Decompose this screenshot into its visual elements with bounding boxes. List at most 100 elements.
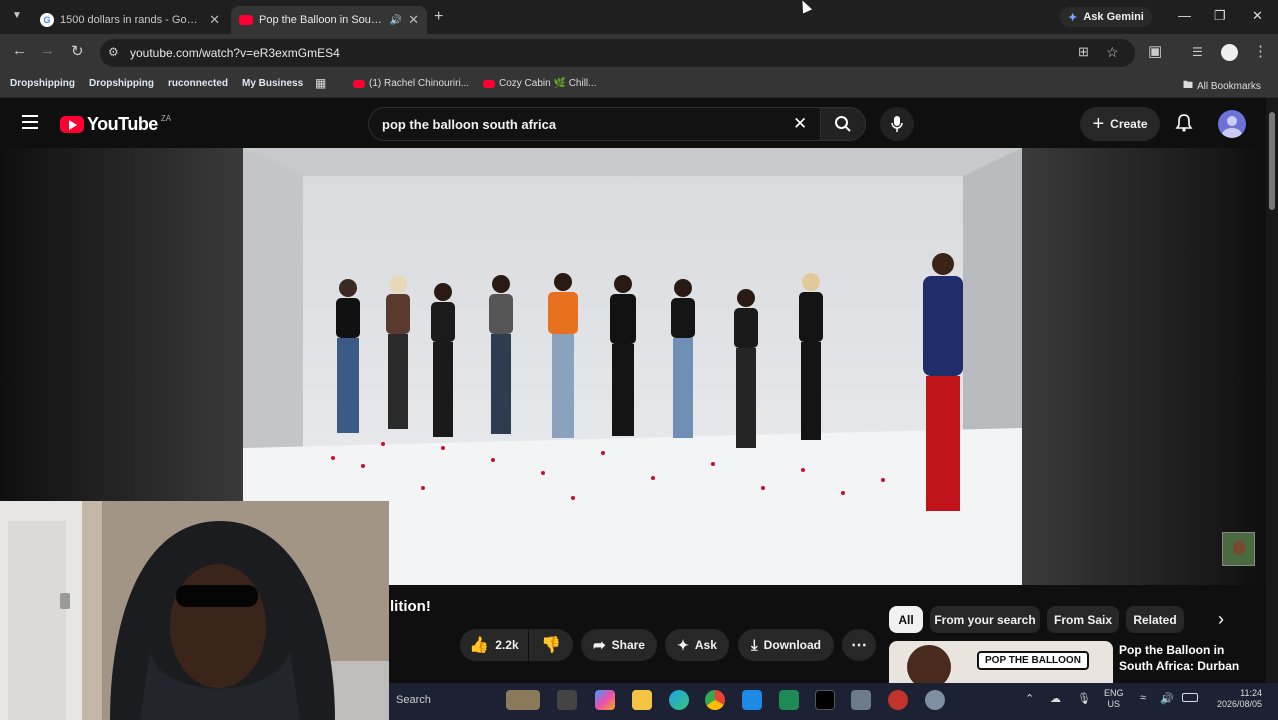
download-icon: ⤓ — [751, 636, 758, 654]
youtube-logo[interactable]: YouTube ZA — [60, 114, 171, 135]
profile-avatar[interactable] — [1221, 44, 1238, 61]
chip-from-your-search[interactable]: From your search — [930, 606, 1040, 633]
all-bookmarks-label: All Bookmarks — [1197, 81, 1261, 92]
chevron-right-icon[interactable]: › — [1218, 609, 1224, 630]
bookmark-item[interactable]: Dropshipping — [10, 78, 75, 89]
excel-icon[interactable] — [779, 690, 799, 710]
chip-from-saix[interactable]: From Saix — [1047, 606, 1119, 633]
more-actions-button[interactable]: ⋯ — [842, 629, 876, 661]
close-tab-icon[interactable]: ✕ — [209, 12, 220, 28]
thumb-text: POP THE BALLOON — [977, 651, 1089, 670]
x-app-icon[interactable] — [815, 690, 835, 710]
tab-search-button[interactable]: ▼ — [9, 8, 25, 24]
bookmark-item[interactable]: Cozy Cabin 🌿 Chill... — [483, 78, 596, 89]
youtube-search-box[interactable]: pop the balloon south africa ✕ — [368, 107, 820, 141]
share-icon: ➦ — [593, 637, 606, 654]
bookmark-star-icon[interactable]: ☆ — [1106, 44, 1119, 61]
extensions-icon[interactable]: ▣ — [1148, 42, 1162, 60]
chip-all[interactable]: All — [889, 606, 923, 633]
clear-search-icon[interactable]: ✕ — [793, 114, 807, 134]
volume-icon[interactable]: 🔊 — [1160, 692, 1174, 705]
ask-gemini-button[interactable]: ✦ Ask Gemini — [1060, 7, 1152, 27]
bookmarks-bar: Dropshipping Dropshipping ruconnected My… — [0, 72, 1278, 98]
menu-kebab-icon[interactable]: ⋮ — [1253, 42, 1268, 60]
window-close-icon[interactable]: ✕ — [1252, 8, 1263, 24]
account-avatar[interactable] — [1218, 110, 1246, 138]
ask-gemini-label: Ask Gemini — [1083, 11, 1144, 23]
tray-mic-icon[interactable]: 🎙 — [1077, 692, 1091, 705]
tray-chevron-icon[interactable]: ⌃ — [1025, 692, 1034, 705]
youtube-play-icon — [60, 116, 84, 133]
share-button[interactable]: ➦ Share — [581, 629, 657, 661]
create-button[interactable]: + Create — [1080, 107, 1160, 141]
copilot-icon[interactable] — [595, 690, 615, 710]
battery-icon[interactable] — [1182, 693, 1198, 702]
language-indicator[interactable]: ENG US — [1104, 688, 1124, 710]
more-horizontal-icon: ⋯ — [851, 637, 867, 654]
region-code: ZA — [160, 114, 172, 123]
widgets-icon[interactable] — [506, 690, 540, 710]
new-tab-button[interactable]: + — [434, 8, 443, 26]
apps-grid-icon[interactable]: ▦ — [315, 76, 326, 90]
tab-title: 1500 dollars in rands - Google — [60, 14, 204, 26]
create-label: Create — [1110, 117, 1148, 131]
media-icon[interactable]: ☰ — [1192, 45, 1203, 59]
google-icon: G — [40, 13, 54, 27]
url-text: youtube.com/watch?v=eR3exmGmES4 — [130, 46, 340, 60]
taskbar-search[interactable]: Search — [396, 694, 431, 706]
browser-tab-google[interactable]: G 1500 dollars in rands - Google ✕ — [32, 6, 228, 34]
install-icon[interactable]: ⊞ — [1078, 44, 1089, 60]
task-view-icon[interactable] — [557, 690, 577, 710]
suggested-video-title[interactable]: Pop the Balloon in South Africa: Durban — [1119, 642, 1259, 682]
camera-icon[interactable] — [851, 690, 871, 710]
hamburger-menu-icon[interactable] — [22, 115, 38, 129]
microphone-icon — [891, 116, 903, 132]
ask-label: Ask — [694, 638, 717, 652]
close-tab-icon[interactable]: ✕ — [408, 12, 419, 28]
notifications-bell-icon[interactable] — [1174, 113, 1194, 138]
all-bookmarks[interactable]: 🖿 All Bookmarks — [1183, 78, 1261, 95]
bookmark-label: Cozy Cabin 🌿 Chill... — [499, 78, 597, 89]
speaker-icon[interactable]: 🔊 — [390, 15, 402, 26]
download-button[interactable]: ⤓ Download — [738, 629, 834, 661]
youtube-icon — [353, 79, 365, 88]
page-scrollbar[interactable] — [1266, 98, 1278, 683]
webcam-overlay — [0, 501, 389, 720]
sparkle-icon: ✦ — [677, 636, 689, 653]
site-info-icon[interactable]: ⚙ — [108, 45, 119, 59]
forward-icon[interactable]: → — [40, 42, 55, 59]
chrome-icon[interactable] — [705, 690, 725, 710]
bookmark-item[interactable]: Dropshipping — [89, 78, 154, 89]
like-count: 2.2k — [495, 638, 519, 652]
gemini-icon: ✦ — [1068, 11, 1078, 24]
edge-icon[interactable] — [669, 690, 689, 710]
clock[interactable]: 11:24 2026/08/05 — [1208, 688, 1262, 710]
app-badge-icon[interactable] — [888, 690, 908, 710]
bookmark-label: (1) Rachel Chinouriri... — [369, 78, 470, 89]
voice-search-button[interactable] — [880, 107, 914, 141]
dislike-button[interactable]: 👎 — [529, 629, 573, 661]
settings-gear-icon[interactable] — [925, 690, 945, 710]
plus-icon: + — [1092, 112, 1105, 135]
back-icon[interactable]: ← — [12, 42, 27, 59]
search-button[interactable] — [820, 107, 866, 141]
search-input[interactable]: pop the balloon south africa — [382, 117, 556, 132]
vscode-icon[interactable] — [742, 690, 762, 710]
minimize-icon[interactable]: — — [1178, 8, 1191, 23]
address-bar[interactable]: ⚙ youtube.com/watch?v=eR3exmGmES4 ⊞ ☆ — [100, 39, 1135, 67]
bookmark-item[interactable]: ruconnected — [168, 78, 228, 89]
suggested-video-thumbnail[interactable]: POP THE BALLOON — [889, 641, 1113, 683]
wifi-icon[interactable]: ≈ — [1140, 692, 1146, 704]
like-button[interactable]: 👍 2.2k — [460, 629, 528, 661]
file-explorer-icon[interactable] — [632, 690, 652, 710]
bookmark-item[interactable]: (1) Rachel Chinouriri... — [353, 78, 469, 89]
browser-tab-youtube[interactable]: Pop the Balloon in South Af 🔊 ✕ — [231, 6, 427, 34]
tray-network-icon[interactable]: ☁ — [1050, 692, 1061, 705]
ask-button[interactable]: ✦ Ask — [665, 629, 729, 661]
restore-icon[interactable]: ❐ — [1214, 8, 1226, 24]
reload-icon[interactable]: ↻ — [71, 42, 84, 60]
bookmark-item[interactable]: My Business — [242, 78, 303, 89]
viewer-avatar-thumbnail[interactable] — [1222, 532, 1255, 566]
chip-related[interactable]: Related — [1126, 606, 1184, 633]
language-code: ENG — [1104, 688, 1124, 698]
